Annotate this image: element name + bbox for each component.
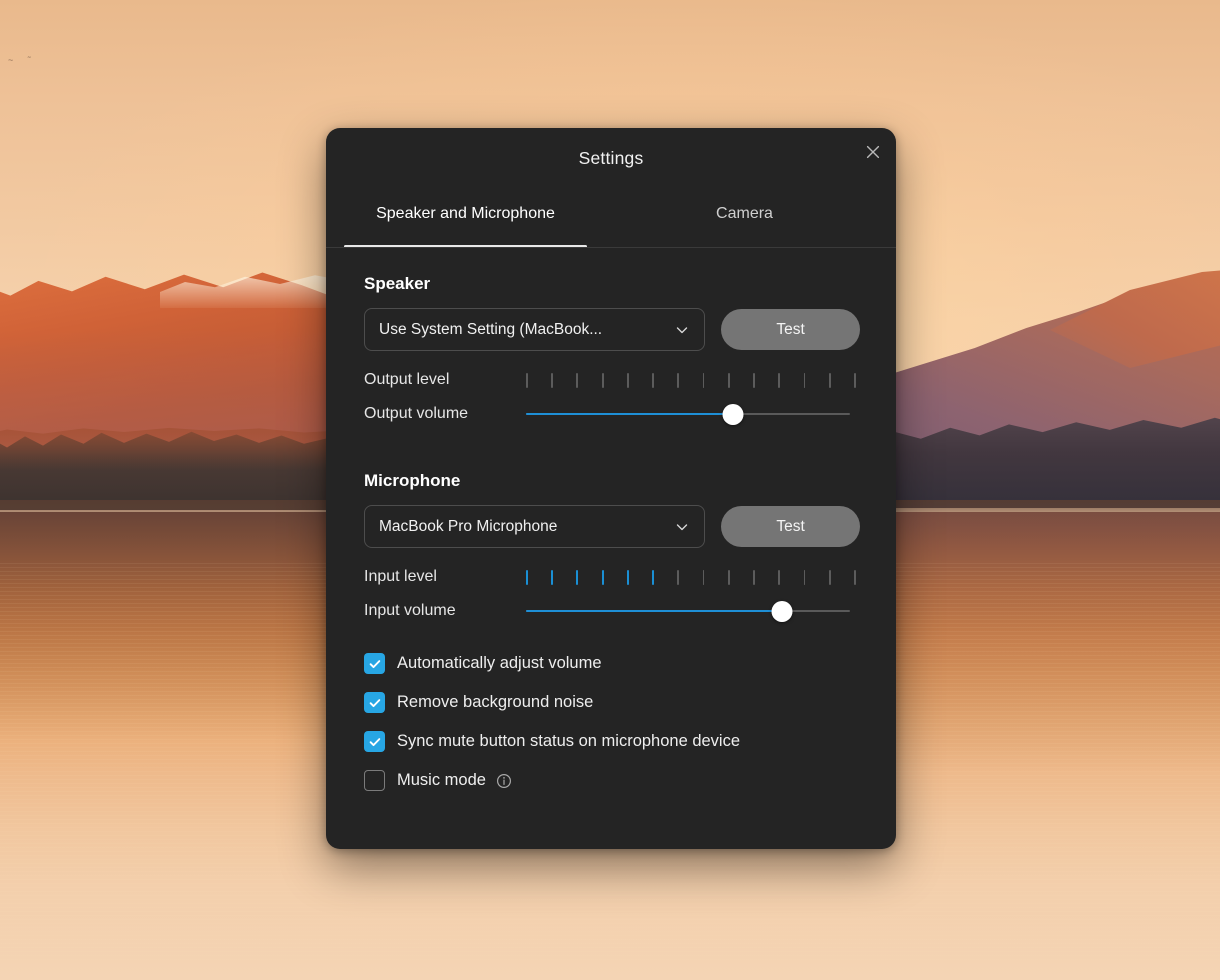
- tab-divider: [326, 247, 896, 248]
- speaker-device-value: Use System Setting (MacBook...: [379, 320, 603, 338]
- microphone-device-value: MacBook Pro Microphone: [379, 517, 558, 535]
- checkmark-icon: [369, 698, 380, 707]
- checkmark-icon: [369, 737, 380, 746]
- meter-tick: [526, 372, 528, 388]
- meter-tick: [576, 569, 579, 585]
- tab-bar: Speaker and Microphone Camera: [326, 190, 896, 248]
- input-volume-knob[interactable]: [771, 600, 793, 622]
- microphone-option-label: Automatically adjust volume: [397, 654, 602, 672]
- page-title: Settings: [578, 148, 644, 168]
- input-volume-label: Input volume: [364, 602, 456, 619]
- meter-tick: [652, 372, 655, 388]
- tab-speaker-and-microphone-label: Speaker and Microphone: [376, 205, 555, 222]
- meter-tick: [753, 372, 755, 388]
- microphone-option-label: Sync mute button status on microphone de…: [397, 732, 741, 750]
- meter-tick: [778, 569, 781, 585]
- meter-tick: [828, 372, 831, 388]
- microphone-section-title: Microphone: [364, 471, 461, 490]
- output-volume-label: Output volume: [364, 405, 469, 422]
- meter-tick: [601, 372, 604, 388]
- speaker-device-select[interactable]: Use System Setting (MacBook...: [364, 308, 706, 351]
- close-icon: [866, 145, 880, 159]
- input-volume-fill: [526, 609, 782, 613]
- microphone-device-select[interactable]: MacBook Pro Microphone: [364, 505, 706, 548]
- input-level-row: Input level: [364, 560, 860, 594]
- input-level-label: Input level: [364, 568, 437, 585]
- output-volume-knob[interactable]: [722, 403, 744, 425]
- microphone-test-button[interactable]: Test: [721, 506, 860, 547]
- output-volume-fill: [526, 412, 734, 416]
- speaker-section-title: Speaker: [364, 274, 431, 293]
- desktop-wallpaper: ~ ˜ Settings Speaker and Microphone Came…: [0, 0, 1220, 980]
- close-button[interactable]: [860, 139, 886, 165]
- microphone-option-row[interactable]: Music mode: [364, 761, 860, 800]
- chevron-down-icon: [677, 326, 688, 333]
- meter-tick: [576, 372, 579, 388]
- microphone-option-label: Music mode: [397, 771, 486, 789]
- tab-camera[interactable]: Camera: [623, 190, 866, 248]
- input-level-meter: [526, 569, 856, 585]
- meter-tick: [727, 372, 730, 388]
- meter-tick: [803, 569, 806, 585]
- microphone-option-row[interactable]: Automatically adjust volume: [364, 644, 860, 683]
- chevron-down-icon: [677, 523, 688, 530]
- microphone-option-label: Remove background noise: [397, 693, 594, 711]
- info-icon[interactable]: [496, 773, 512, 789]
- meter-tick: [702, 569, 705, 585]
- meter-tick: [626, 569, 629, 585]
- meter-tick: [702, 372, 705, 388]
- meter-tick: [854, 372, 856, 388]
- meter-tick: [803, 372, 806, 388]
- meter-tick: [551, 372, 554, 388]
- speaker-test-button[interactable]: Test: [721, 309, 860, 350]
- checkbox-checked[interactable]: [364, 692, 385, 713]
- tab-camera-label: Camera: [716, 205, 773, 222]
- input-volume-row: Input volume: [364, 594, 860, 628]
- meter-tick: [551, 569, 554, 585]
- meter-tick: [652, 569, 655, 585]
- input-volume-slider[interactable]: [526, 600, 850, 622]
- settings-dialog: Settings Speaker and Microphone Camera S…: [326, 128, 896, 849]
- meter-tick: [753, 569, 755, 585]
- checkbox-checked[interactable]: [364, 653, 385, 674]
- speaker-device-row: Use System Setting (MacBook... Test: [364, 308, 860, 351]
- meter-tick: [677, 569, 680, 585]
- checkbox-checked[interactable]: [364, 731, 385, 752]
- output-level-row: Output level: [364, 363, 860, 397]
- meter-tick: [828, 569, 831, 585]
- tab-speaker-and-microphone[interactable]: Speaker and Microphone: [344, 190, 587, 248]
- meter-tick: [677, 372, 680, 388]
- meter-tick: [854, 569, 856, 585]
- meter-tick: [526, 569, 528, 585]
- meter-tick: [727, 569, 730, 585]
- checkbox-unchecked[interactable]: [364, 770, 385, 791]
- microphone-option-row[interactable]: Sync mute button status on microphone de…: [364, 722, 860, 761]
- checkmark-icon: [369, 659, 380, 668]
- dialog-titlebar: Settings: [326, 128, 896, 190]
- output-level-label: Output level: [364, 371, 450, 388]
- microphone-option-row[interactable]: Remove background noise: [364, 683, 860, 722]
- output-volume-row: Output volume: [364, 397, 860, 431]
- meter-tick: [778, 372, 781, 388]
- output-level-meter: [526, 372, 856, 388]
- microphone-options-list: Automatically adjust volume Remove backgr…: [364, 644, 860, 800]
- output-volume-slider[interactable]: [526, 403, 850, 425]
- dialog-body: Speaker Use System Setting (MacBook... T…: [326, 248, 896, 800]
- info-circle-icon: [496, 773, 511, 788]
- microphone-device-row: MacBook Pro Microphone Test: [364, 505, 860, 548]
- birds-decoration: ~ ˜: [8, 55, 37, 65]
- meter-tick: [601, 569, 604, 585]
- meter-tick: [626, 372, 629, 388]
